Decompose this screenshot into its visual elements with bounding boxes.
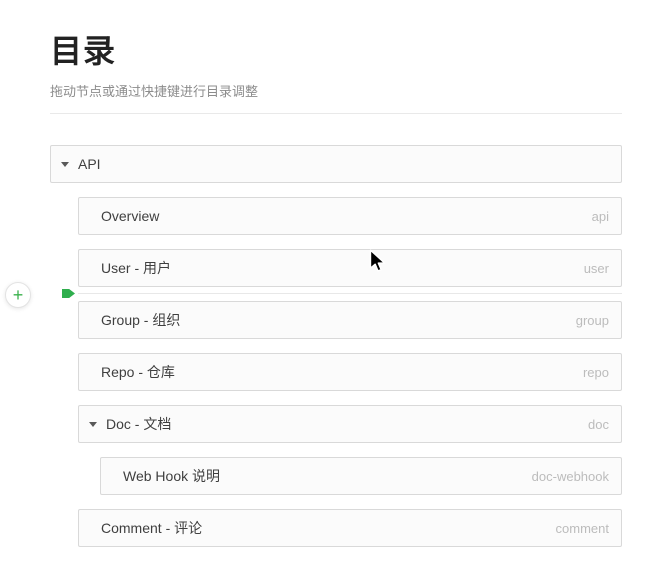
- caret-down-icon[interactable]: [61, 162, 69, 167]
- toc-item-slug: doc: [588, 417, 609, 432]
- toc-item-slug: user: [584, 261, 609, 276]
- toc-item-label: Repo - 仓库: [101, 362, 175, 382]
- toc-item-slug: group: [576, 313, 609, 328]
- toc-item-label: Group - 组织: [101, 310, 180, 330]
- toc-item-label: Overview: [101, 208, 159, 224]
- toc-item[interactable]: Doc - 文档 doc: [78, 405, 622, 443]
- toc-item[interactable]: Overview api: [78, 197, 622, 235]
- toc-item-slug: doc-webhook: [532, 469, 609, 484]
- toc-item[interactable]: API: [50, 145, 622, 183]
- toc-item[interactable]: Group - 组织 group: [78, 301, 622, 339]
- divider: [50, 113, 622, 114]
- toc-list: API Overview api User - 用户 user Group - …: [50, 145, 622, 561]
- toc-item-label: Doc - 文档: [106, 414, 171, 434]
- toc-item-label: User - 用户: [101, 258, 171, 278]
- toc-item-slug: repo: [583, 365, 609, 380]
- plus-icon: +: [13, 286, 24, 304]
- page-subtitle: 拖动节点或通过快捷键进行目录调整: [50, 81, 258, 100]
- toc-item-label: API: [78, 156, 101, 172]
- toc-item-slug: comment: [556, 521, 609, 536]
- toc-item[interactable]: User - 用户 user: [78, 249, 622, 287]
- toc-item[interactable]: Repo - 仓库 repo: [78, 353, 622, 391]
- toc-item[interactable]: Comment - 评论 comment: [78, 509, 622, 547]
- toc-item-label: Web Hook 说明: [123, 466, 220, 486]
- page-title: 目录: [50, 26, 116, 72]
- add-node-button[interactable]: +: [5, 282, 31, 308]
- toc-item-label: Comment - 评论: [101, 518, 202, 538]
- caret-down-icon[interactable]: [89, 422, 97, 427]
- toc-item[interactable]: Web Hook 说明 doc-webhook: [100, 457, 622, 495]
- toc-item-slug: api: [592, 209, 609, 224]
